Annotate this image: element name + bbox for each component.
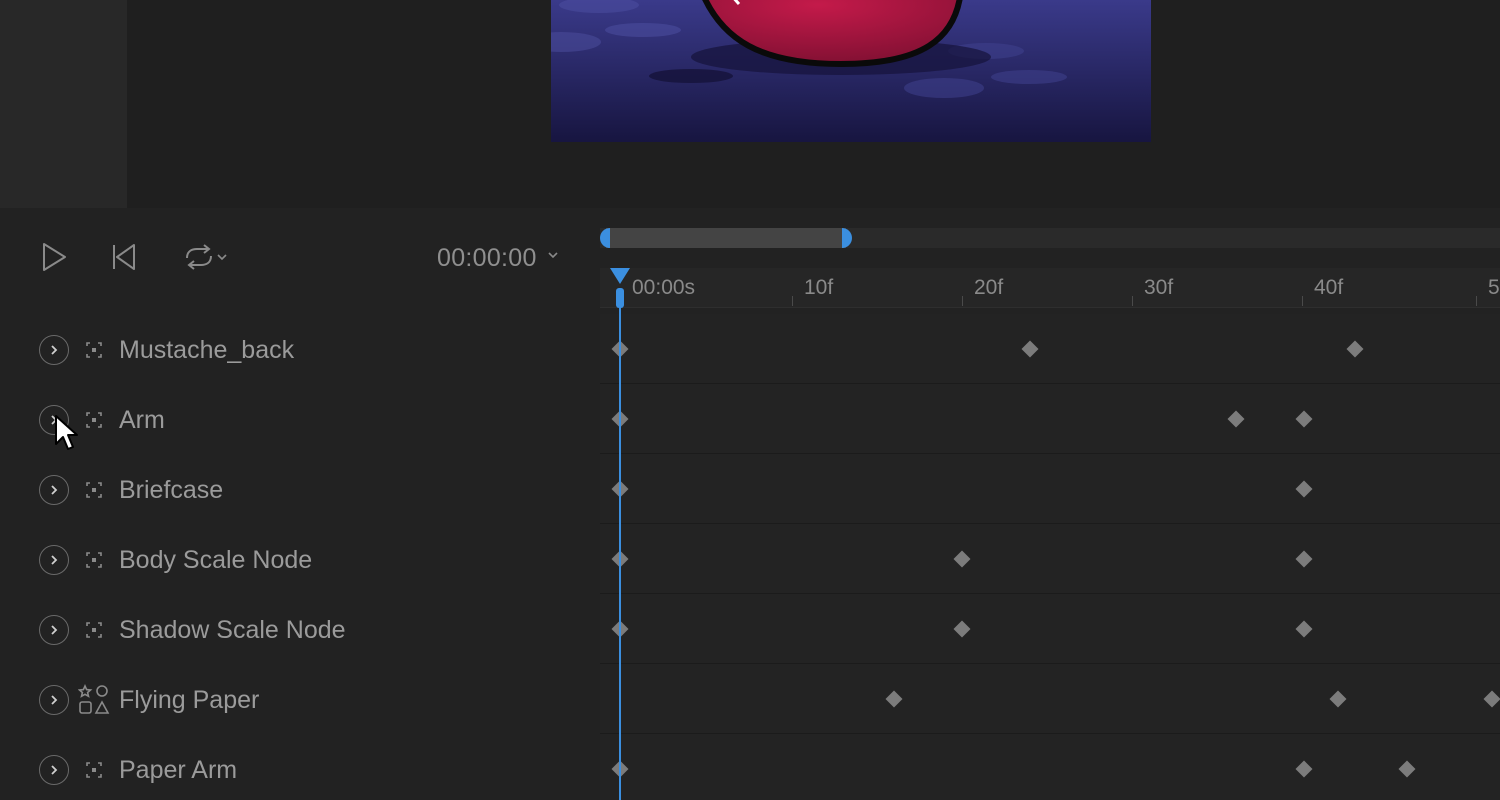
play-icon xyxy=(43,243,66,271)
layer-name[interactable]: Briefcase xyxy=(119,476,223,505)
layer-row[interactable]: Flying Paper xyxy=(0,665,600,735)
layer-name[interactable]: Paper Arm xyxy=(119,756,237,785)
node-icon xyxy=(86,412,102,428)
shapes-icon xyxy=(77,684,110,716)
node-icon xyxy=(84,480,104,500)
ruler-label: 10f xyxy=(804,276,834,299)
keyframe-diamond[interactable] xyxy=(1346,340,1364,358)
node-icon xyxy=(84,410,104,430)
layer-row[interactable]: Arm xyxy=(0,385,600,455)
node-icon xyxy=(84,620,104,640)
keyframe-diamond[interactable] xyxy=(1329,690,1347,708)
chevron-right-icon xyxy=(51,625,58,635)
keyframe-diamond[interactable] xyxy=(1295,620,1313,638)
playhead-handle[interactable] xyxy=(610,268,630,310)
layer-name[interactable]: Arm xyxy=(119,406,165,435)
node-icon xyxy=(86,342,102,358)
node-icon xyxy=(86,552,102,568)
keyframe-diamond[interactable] xyxy=(1483,690,1500,708)
keyframe-diamond[interactable] xyxy=(1398,760,1416,778)
ruler-label: 30f xyxy=(1144,276,1174,299)
expand-layer-button[interactable] xyxy=(39,755,69,785)
mouse-cursor-icon xyxy=(55,415,78,450)
layer-name[interactable]: Flying Paper xyxy=(119,686,259,715)
expand-layer-button[interactable] xyxy=(39,685,69,715)
chevron-right-icon xyxy=(51,345,58,355)
shapes-icon xyxy=(77,684,110,714)
expand-layer-button[interactable] xyxy=(39,615,69,645)
character-preview-image xyxy=(551,0,1151,142)
ruler-tick xyxy=(1476,296,1477,306)
chevron-right-icon xyxy=(51,695,58,705)
node-icon xyxy=(86,482,102,498)
play-button[interactable] xyxy=(38,241,70,273)
layer-row[interactable]: Briefcase xyxy=(0,455,600,525)
expand-layer-button[interactable] xyxy=(39,545,69,575)
chevron-down-icon[interactable] xyxy=(546,250,560,260)
expand-layer-button[interactable] xyxy=(39,335,69,365)
ruler-tick xyxy=(1302,296,1303,306)
keyframe-track[interactable] xyxy=(600,314,1500,384)
keyframe-diamond[interactable] xyxy=(953,620,971,638)
playhead-line[interactable] xyxy=(619,300,621,800)
keyframe-track[interactable] xyxy=(600,594,1500,664)
node-icon xyxy=(84,340,104,360)
expand-layer-button[interactable] xyxy=(39,475,69,505)
keyframe-diamond[interactable] xyxy=(885,690,903,708)
chevron-right-icon xyxy=(51,485,58,495)
ruler-tick xyxy=(1132,296,1133,306)
timeline-scroll-thumb[interactable] xyxy=(600,228,852,248)
layer-row[interactable]: Mustache_back xyxy=(0,315,600,385)
chevron-right-icon xyxy=(51,555,58,565)
keyframe-track[interactable] xyxy=(600,734,1500,800)
keyframe-diamond[interactable] xyxy=(1295,480,1313,498)
ruler-label: 00:00s xyxy=(632,276,696,299)
ruler-label: 20f xyxy=(974,276,1004,299)
keyframe-track[interactable] xyxy=(600,454,1500,524)
stage-canvas[interactable] xyxy=(551,0,1151,142)
keyframe-diamond[interactable] xyxy=(1021,340,1039,358)
timecode-display[interactable]: 00:00:00 xyxy=(437,244,537,273)
keyframe-diamond[interactable] xyxy=(1295,550,1313,568)
node-icon xyxy=(86,622,102,638)
keyframe-diamond[interactable] xyxy=(1227,410,1245,428)
layer-name[interactable]: Mustache_back xyxy=(119,336,294,365)
loop-dropdown-button[interactable] xyxy=(176,241,234,273)
ruler-label: 5 xyxy=(1488,276,1500,299)
loop-icon xyxy=(186,244,212,270)
skip-to-start-button[interactable] xyxy=(110,241,138,273)
keyframe-track[interactable] xyxy=(600,524,1500,594)
keyframe-track[interactable] xyxy=(600,664,1500,734)
preview-area xyxy=(0,0,1500,208)
layer-row[interactable]: Shadow Scale Node xyxy=(0,595,600,665)
node-icon xyxy=(84,760,104,780)
time-ruler[interactable]: 00:00s 10f 20f 30f 40f 5 xyxy=(600,268,1500,308)
ruler-tick xyxy=(792,296,793,306)
keyframe-diamond[interactable] xyxy=(953,550,971,568)
keyframe-diamond[interactable] xyxy=(1295,760,1313,778)
ruler-label: 40f xyxy=(1314,276,1344,299)
layer-row[interactable]: Paper Arm xyxy=(0,735,600,800)
skip-to-start-icon xyxy=(113,244,135,270)
keyframe-diamond[interactable] xyxy=(1295,410,1313,428)
layer-name[interactable]: Body Scale Node xyxy=(119,546,312,575)
keyframe-track[interactable] xyxy=(600,384,1500,454)
preview-sidebar xyxy=(0,0,127,208)
node-icon xyxy=(86,762,102,778)
chevron-right-icon xyxy=(51,765,58,775)
layer-name[interactable]: Shadow Scale Node xyxy=(119,616,346,645)
ruler-tick xyxy=(962,296,963,306)
chevron-down-icon xyxy=(217,254,227,261)
node-icon xyxy=(84,550,104,570)
layer-row[interactable]: Body Scale Node xyxy=(0,525,600,595)
